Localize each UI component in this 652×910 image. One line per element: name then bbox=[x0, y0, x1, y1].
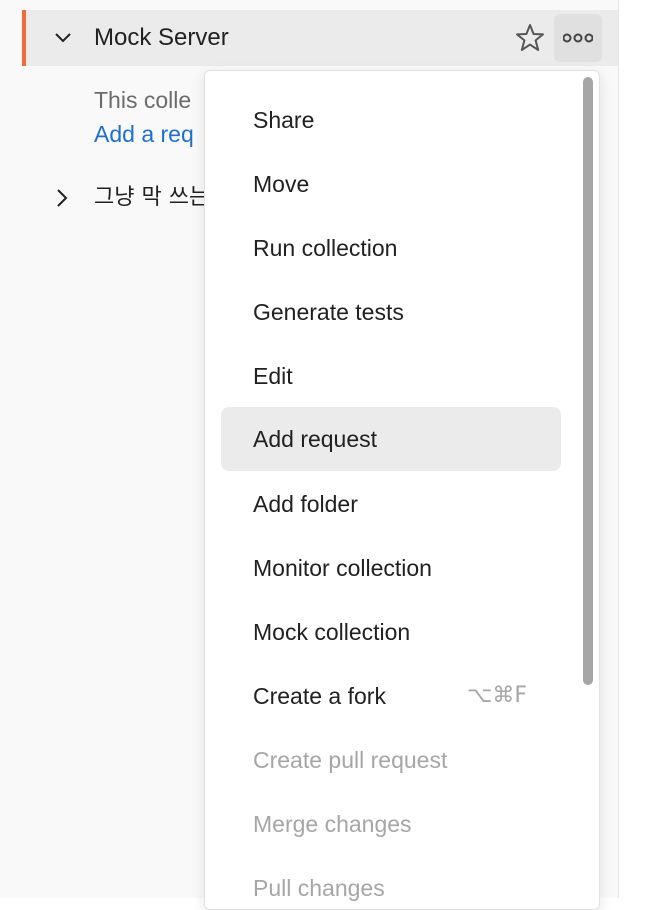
chevron-down-icon[interactable] bbox=[54, 29, 72, 47]
menu-item-label: Share bbox=[253, 107, 315, 133]
star-icon[interactable] bbox=[514, 22, 546, 54]
menu-item-move[interactable]: Move bbox=[221, 152, 561, 216]
menu-item-add-folder[interactable]: Add folder bbox=[221, 472, 561, 536]
keyboard-shortcut: ⌥⌘F bbox=[467, 683, 528, 708]
collection-name-2[interactable]: 그냥 막 쓰는 bbox=[94, 184, 209, 212]
menu-scrollbar-thumb[interactable] bbox=[583, 77, 593, 685]
collection-context-menu: Share Move Run collection Generate tests… bbox=[204, 70, 600, 910]
menu-item-monitor-collection[interactable]: Monitor collection bbox=[221, 536, 561, 600]
menu-item-generate-tests[interactable]: Generate tests bbox=[221, 280, 561, 344]
add-request-link[interactable]: Add a req bbox=[94, 120, 194, 148]
menu-item-label: Merge changes bbox=[253, 811, 412, 837]
menu-item-label: Add request bbox=[253, 426, 378, 452]
menu-item-merge-changes: Merge changes bbox=[221, 792, 561, 856]
menu-item-label: Create a fork bbox=[253, 683, 386, 709]
menu-item-create-fork[interactable]: Create a fork ⌥⌘F bbox=[221, 664, 561, 728]
more-horizontal-icon bbox=[563, 33, 593, 43]
menu-item-create-pull-request: Create pull request bbox=[221, 728, 561, 792]
menu-item-share[interactable]: Share bbox=[221, 88, 561, 152]
menu-item-label: Move bbox=[253, 171, 310, 197]
collection-name[interactable]: Mock Server bbox=[94, 24, 229, 52]
menu-item-label: Add folder bbox=[253, 491, 358, 517]
menu-item-edit[interactable]: Edit bbox=[221, 344, 561, 408]
collection-empty-text: This colle bbox=[94, 87, 192, 113]
menu-item-label: Run collection bbox=[253, 235, 398, 261]
menu-item-label: Generate tests bbox=[253, 299, 404, 325]
menu-item-label: Create pull request bbox=[253, 747, 448, 773]
menu-item-run-collection[interactable]: Run collection bbox=[221, 216, 561, 280]
menu-item-label: Edit bbox=[253, 363, 293, 389]
menu-item-label: Monitor collection bbox=[253, 555, 432, 581]
menu-item-label: Mock collection bbox=[253, 619, 411, 645]
chevron-right-icon[interactable] bbox=[52, 188, 72, 208]
menu-item-add-request[interactable]: Add request bbox=[221, 407, 561, 471]
menu-item-pull-changes: Pull changes bbox=[221, 856, 561, 909]
more-actions-button[interactable] bbox=[554, 14, 602, 62]
menu-item-mock-collection[interactable]: Mock collection bbox=[221, 600, 561, 664]
